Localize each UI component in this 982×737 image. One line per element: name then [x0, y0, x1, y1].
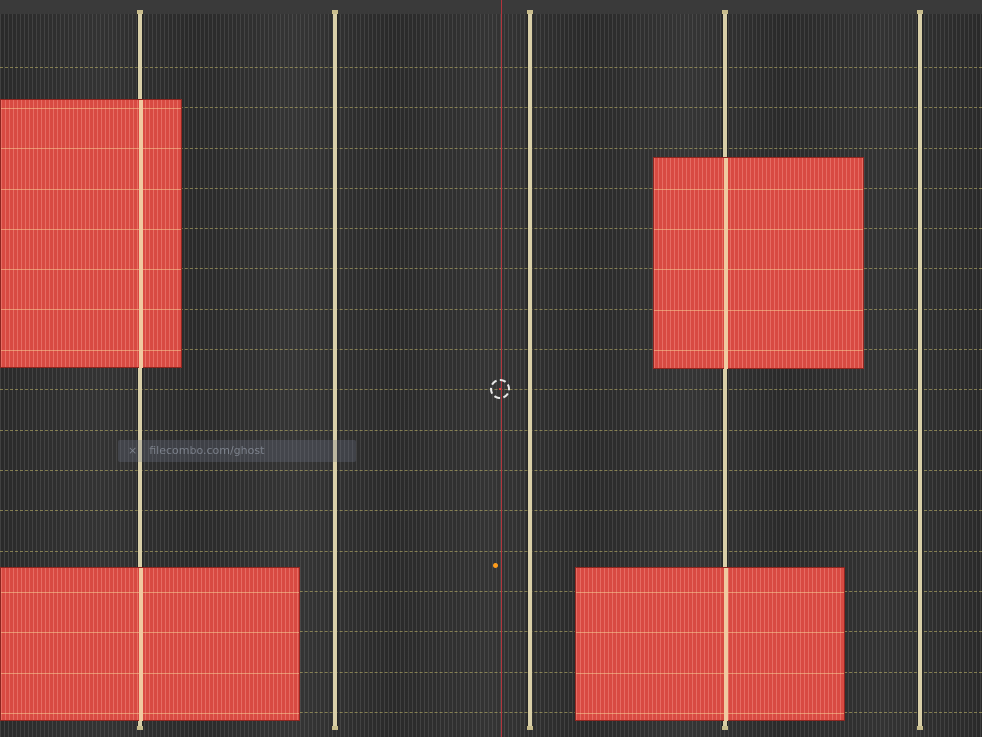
3d-viewport[interactable]: × filecombo.com/ghost [0, 0, 982, 737]
selected-face-top-right[interactable] [653, 157, 864, 369]
watermark-text: filecombo.com/ghost [149, 444, 265, 457]
watermark-mark: × [128, 444, 138, 457]
edge-bar[interactable] [527, 10, 533, 730]
selected-face-bottom-left[interactable] [0, 567, 300, 721]
selected-face-bottom-right[interactable] [575, 567, 845, 721]
watermark-overlay: × filecombo.com/ghost [118, 440, 356, 462]
grid-line [0, 551, 982, 552]
edge-bar[interactable] [917, 10, 923, 730]
grid-line [0, 470, 982, 471]
object-origin-icon[interactable] [493, 563, 498, 568]
3d-cursor-icon[interactable] [490, 379, 510, 399]
viewport-header-strip [0, 0, 982, 14]
grid-line [0, 430, 982, 431]
y-axis-line [501, 0, 502, 737]
grid-line [0, 510, 982, 511]
grid-line [0, 67, 982, 68]
selected-face-top-left[interactable] [0, 99, 182, 368]
edge-bar[interactable] [332, 10, 338, 730]
